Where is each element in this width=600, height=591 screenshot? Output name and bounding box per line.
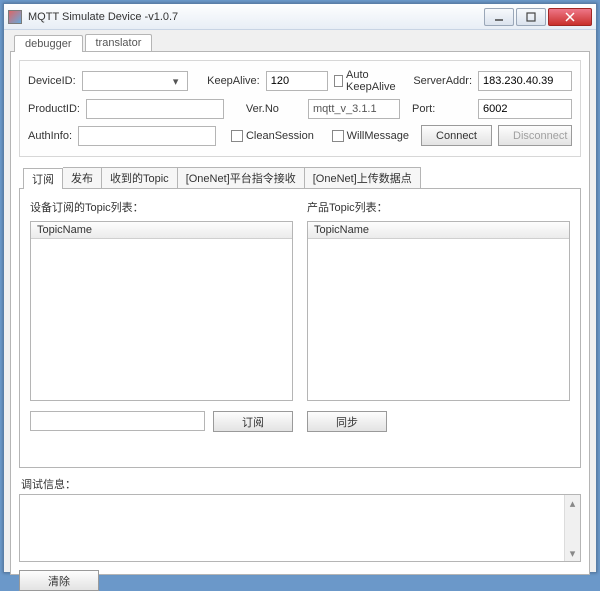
debugger-panel: DeviceID: ▾ KeepAlive: Auto KeepAlive Se…: [10, 51, 590, 575]
tab-translator[interactable]: translator: [85, 34, 153, 51]
window-title: MQTT Simulate Device -v1.0.7: [28, 11, 482, 23]
auto-keepalive-checkbox[interactable]: Auto KeepAlive: [334, 69, 402, 93]
keepalive-input[interactable]: [266, 71, 328, 91]
port-input[interactable]: [478, 99, 572, 119]
connection-group: DeviceID: ▾ KeepAlive: Auto KeepAlive Se…: [19, 60, 581, 157]
device-topic-list-label: 设备订阅的Topic列表：: [30, 199, 293, 215]
client-area: debugger translator DeviceID: ▾ KeepAliv…: [4, 30, 596, 572]
tab-publish[interactable]: 发布: [63, 167, 102, 188]
authinfo-label: AuthInfo:: [28, 130, 72, 142]
connect-button[interactable]: Connect: [421, 125, 492, 146]
tab-onenet-cmd[interactable]: [OneNet]平台指令接收: [178, 167, 305, 188]
serveraddr-label: ServerAddr:: [413, 75, 472, 87]
close-button[interactable]: [548, 8, 592, 26]
clear-button[interactable]: 清除: [19, 570, 99, 591]
product-topic-header: TopicName: [308, 222, 569, 239]
deviceid-combo[interactable]: ▾: [82, 71, 188, 91]
productid-label: ProductID:: [28, 103, 80, 115]
product-topic-list[interactable]: TopicName: [307, 221, 570, 401]
tab-subscribe[interactable]: 订阅: [23, 168, 63, 189]
sub-tabstrip: 订阅 发布 收到的Topic [OneNet]平台指令接收 [OneNet]上传…: [23, 167, 581, 188]
debug-info-label: 调试信息：: [21, 476, 581, 492]
subscribe-panel: 设备订阅的Topic列表： TopicName 订阅 产品Topic列表： To…: [19, 188, 581, 468]
sync-button[interactable]: 同步: [307, 411, 387, 432]
product-topic-column: 产品Topic列表： TopicName 同步: [307, 199, 570, 457]
minimize-button[interactable]: [484, 8, 514, 26]
debug-output[interactable]: ▴ ▾: [19, 494, 581, 562]
verno-field: [308, 99, 400, 119]
subscribe-button[interactable]: 订阅: [213, 411, 293, 432]
scroll-down-icon: ▾: [565, 545, 580, 561]
productid-input[interactable]: [86, 99, 224, 119]
app-icon: [8, 10, 22, 24]
disconnect-button[interactable]: Disconnect: [498, 125, 572, 146]
titlebar[interactable]: MQTT Simulate Device -v1.0.7: [4, 4, 596, 30]
product-topic-list-label: 产品Topic列表：: [307, 199, 570, 215]
willmessage-checkbox[interactable]: WillMessage: [332, 130, 409, 142]
chevron-down-icon: ▾: [169, 75, 183, 88]
tab-received-topic[interactable]: 收到的Topic: [102, 167, 178, 188]
scrollbar[interactable]: ▴ ▾: [564, 495, 580, 561]
deviceid-label: DeviceID:: [28, 75, 76, 87]
verno-label: Ver.No: [246, 103, 302, 115]
main-tabstrip: debugger translator: [14, 34, 590, 51]
port-label: Port:: [412, 103, 472, 115]
authinfo-input[interactable]: [78, 126, 216, 146]
subscribe-topic-input[interactable]: [30, 411, 205, 431]
app-window: MQTT Simulate Device -v1.0.7 debugger tr…: [3, 3, 597, 573]
cleansession-checkbox[interactable]: CleanSession: [231, 130, 314, 142]
serveraddr-input[interactable]: [478, 71, 572, 91]
device-topic-list[interactable]: TopicName: [30, 221, 293, 401]
keepalive-label: KeepAlive:: [207, 75, 260, 87]
tab-debugger[interactable]: debugger: [14, 35, 83, 52]
device-topic-header: TopicName: [31, 222, 292, 239]
tab-onenet-upload[interactable]: [OneNet]上传数据点: [305, 167, 421, 188]
scroll-up-icon: ▴: [565, 495, 580, 511]
device-topic-column: 设备订阅的Topic列表： TopicName 订阅: [30, 199, 293, 457]
maximize-button[interactable]: [516, 8, 546, 26]
